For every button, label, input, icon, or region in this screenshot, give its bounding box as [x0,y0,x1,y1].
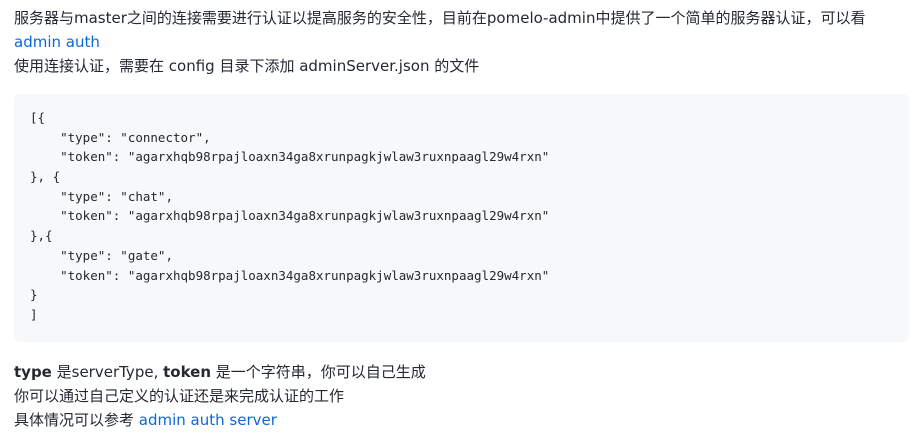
admin-auth-link[interactable]: admin auth [14,33,100,51]
code-line: ] [30,306,38,322]
intro-link-line: admin auth [14,30,909,54]
code-line: "type": "gate", [30,247,173,263]
intro-line-1: 服务器与master之间的连接需要进行认证以提高服务的安全性，目前在pomelo… [14,9,866,27]
code-block: [{ "type": "connector", "token": "agarxh… [14,94,909,342]
code-line: } [30,287,38,303]
intro-paragraph: 服务器与master之间的连接需要进行认证以提高服务的安全性，目前在pomelo… [14,0,909,30]
token-keyword: token [163,363,212,381]
outro-section: type 是serverType, token 是一个字符串，你可以自己生成 你… [14,360,909,432]
outro-line-1: type 是serverType, token 是一个字符串，你可以自己生成 [14,360,909,384]
document-body: 服务器与master之间的连接需要进行认证以提高服务的安全性，目前在pomelo… [14,0,909,432]
code-line: "type": "chat", [30,188,173,204]
code-line: "type": "connector", [30,129,211,145]
code-line: "token": "agarxhqb98rpajloaxn34ga8xrunpa… [30,149,550,165]
token-description: 是一个字符串，你可以自己生成 [211,363,426,381]
code-line: }, { [30,169,61,185]
type-keyword: type [14,363,52,381]
code-line: },{ [30,228,53,244]
outro-line-3: 具体情况可以参考 admin auth server [14,408,909,432]
code-line: "token": "agarxhqb98rpajloaxn34ga8xrunpa… [30,267,550,283]
admin-auth-server-link[interactable]: admin auth server [139,411,277,429]
code-line: [{ [30,110,46,125]
outro-line-2: 你可以通过自己定义的认证还是来完成认证的工作 [14,387,345,405]
intro-line-2: 使用连接认证，需要在 config 目录下添加 adminServer.json… [14,57,480,75]
reference-prefix: 具体情况可以参考 [14,411,139,429]
code-line: "token": "agarxhqb98rpajloaxn34ga8xrunpa… [30,208,550,224]
type-description: 是serverType, [51,363,164,381]
